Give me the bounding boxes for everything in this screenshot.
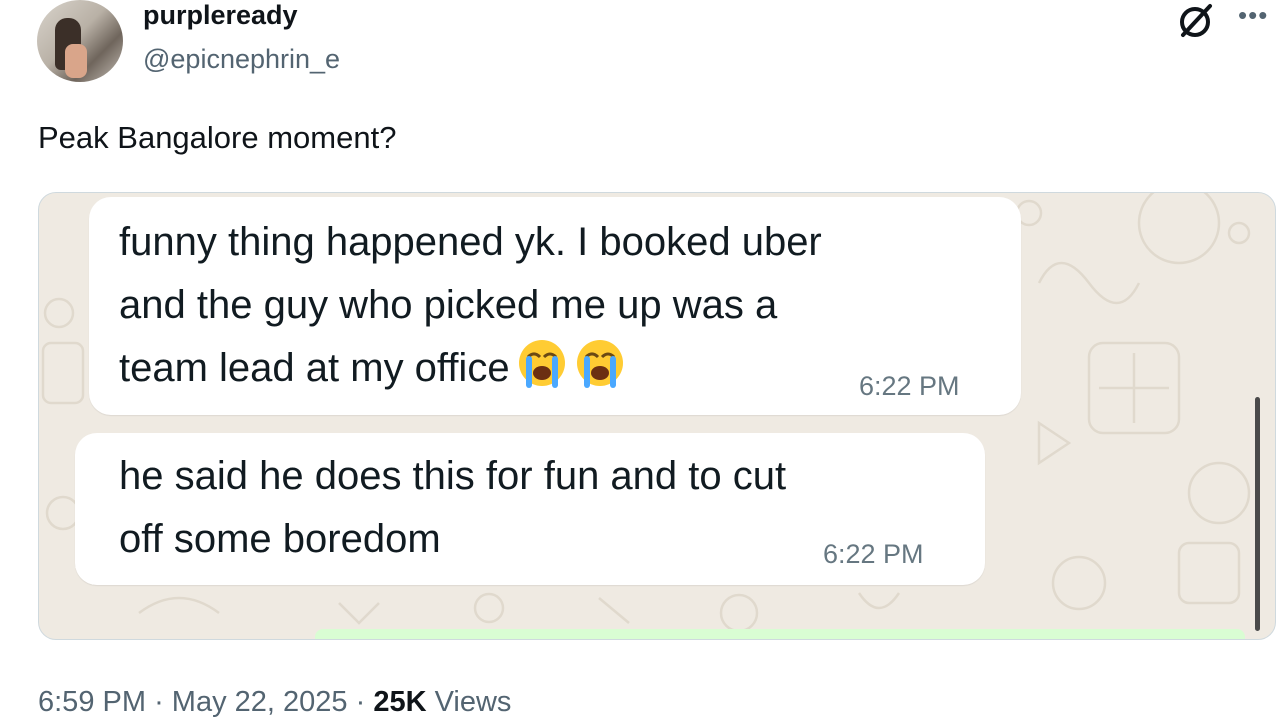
more-icon[interactable]: ••• [1238,0,1268,31]
grok-icon[interactable] [1177,2,1215,40]
chat-message-line: funny thing happened yk. I booked uber [119,220,822,264]
tweet-time[interactable]: 6:59 PM [38,686,146,718]
chat-bubble-tail [75,567,93,585]
user-handle[interactable]: @epicnephrin_e [143,44,340,75]
tweet-date[interactable]: May 22, 2025 [172,686,348,718]
chat-scrollbar [1255,397,1260,631]
chat-message-time: 6:22 PM [823,539,924,569]
tweet-text: Peak Bangalore moment? [38,120,397,155]
display-name[interactable]: purpleready [143,0,298,31]
outgoing-bubble-edge [315,629,1245,639]
tweet-meta: 6:59 PM · May 22, 2025 · 25K Views [38,686,511,719]
media-image[interactable]: funny thing happened yk. I booked uber a… [38,192,1276,640]
chat-message-time: 6:22 PM [859,371,960,401]
views-count: 25K [373,686,427,718]
chat-message-1: funny thing happened yk. I booked uber a… [89,197,1021,415]
chat-message-line: team lead at my office [119,337,822,400]
chat-message-text: he said he does this for fun and to cut … [119,445,786,571]
separator: · [355,686,366,718]
chat-message-text: funny thing happened yk. I booked uber a… [119,211,822,400]
chat-message-line: off some boredom [119,517,441,561]
views-label: Views [434,686,512,718]
avatar[interactable] [37,0,123,82]
chat-message-line: he said he does this for fun and to cut [119,454,787,498]
separator: · [154,686,164,718]
loudly-crying-face-emoji [576,340,623,388]
chat-message-line: and the guy who picked me up was a [119,283,778,327]
avatar-detail [65,44,87,78]
loudly-crying-face-emoji [518,340,565,388]
